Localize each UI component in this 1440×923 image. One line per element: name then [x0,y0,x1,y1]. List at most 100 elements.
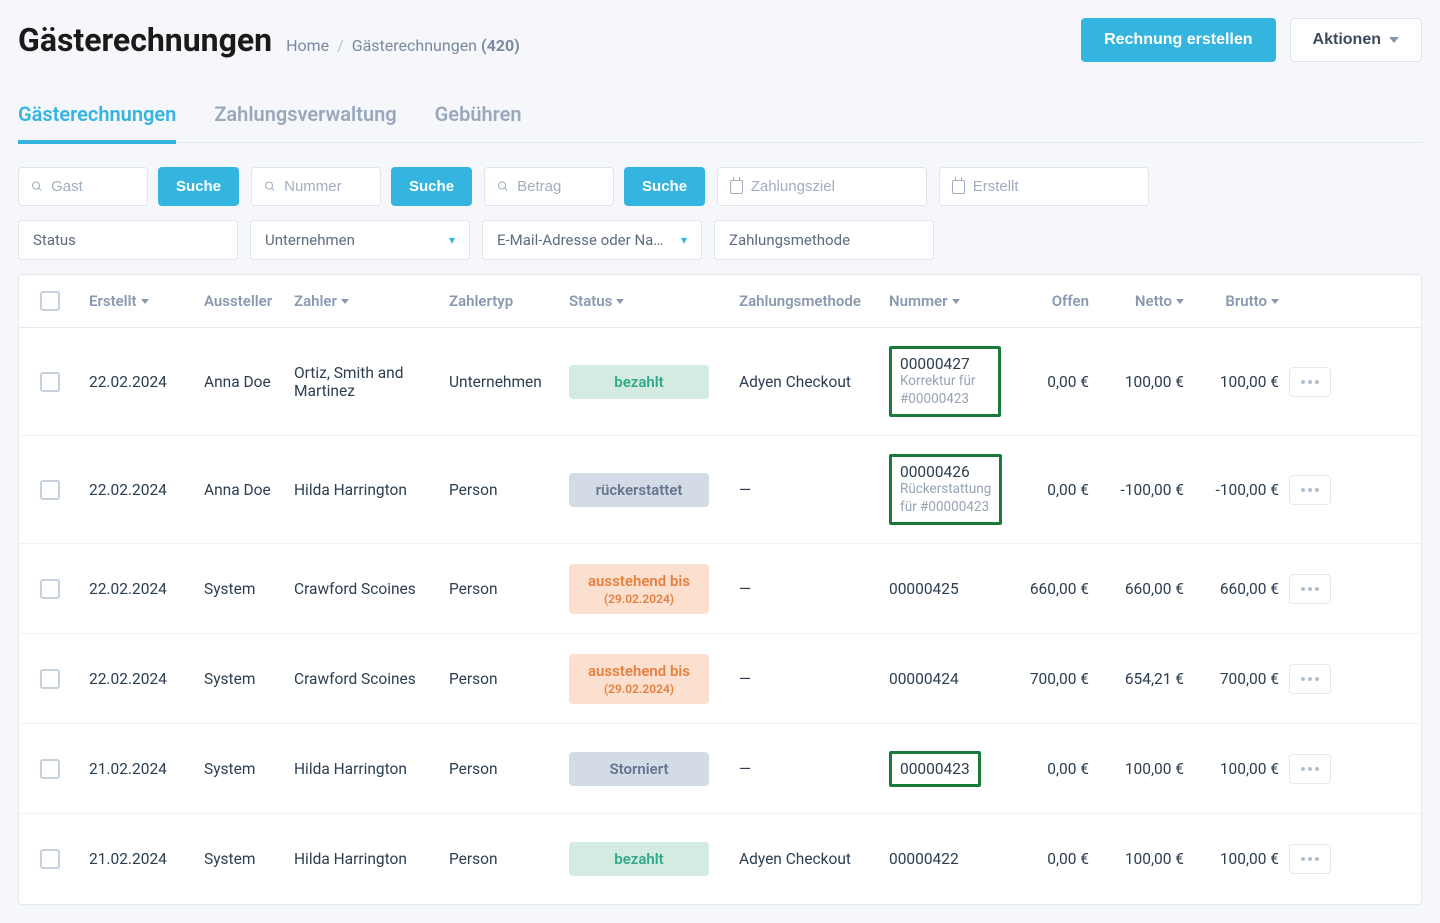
payment-method-placeholder: Zahlungsmethode [729,231,850,249]
cell-payment-method: — [739,760,889,778]
col-issuer[interactable]: Aussteller [204,292,294,310]
cell-net: 100,00 € [1099,760,1194,778]
number-highlight: 00000426Rückerstattung für #00000423 [889,454,1002,525]
cell-net: 660,00 € [1099,580,1194,598]
amount-search-button[interactable]: Suche [624,167,705,206]
actions-dropdown[interactable]: Aktionen [1290,18,1422,62]
row-checkbox[interactable] [40,669,60,689]
search-icon [31,179,43,194]
cell-open: 660,00 € [1009,580,1099,598]
cell-net: -100,00 € [1099,481,1194,499]
col-net[interactable]: Netto [1099,292,1194,310]
cell-payer-type: Person [449,580,569,598]
cell-issuer: System [204,760,294,778]
number-input[interactable] [284,178,368,195]
breadcrumb-home[interactable]: Home [286,36,329,55]
cell-payment-method: — [739,481,889,499]
cell-payment-method: Adyen Checkout [739,850,889,868]
number-search-button[interactable]: Suche [391,167,472,206]
dots-icon [1301,587,1319,591]
invoice-number: 00000427 [900,355,990,373]
cell-gross: 100,00 € [1194,850,1289,868]
guest-search-button[interactable]: Suche [158,167,239,206]
table-row: 22.02.2024SystemCrawford ScoinesPersonau… [19,634,1421,724]
cell-number: 00000427Korrektur für #00000423 [889,346,1009,417]
row-checkbox[interactable] [40,849,60,869]
row-actions-button[interactable] [1289,754,1331,784]
select-all-checkbox[interactable] [40,291,60,311]
created-date-field[interactable] [973,178,1136,195]
status-badge: bezahlt [569,365,709,399]
dots-icon [1301,488,1319,492]
create-invoice-button[interactable]: Rechnung erstellen [1081,18,1275,62]
row-actions-button[interactable] [1289,664,1331,694]
cell-payer: Hilda Harrington [294,760,449,778]
search-icon [497,179,509,194]
company-select[interactable]: Unternehmen ▾ [250,220,470,260]
dots-icon [1301,677,1319,681]
status-label: bezahlt [614,850,663,868]
row-checkbox[interactable] [40,480,60,500]
row-actions-button[interactable] [1289,844,1331,874]
number-search-group: Suche [251,167,472,206]
number-input-wrap[interactable] [251,167,381,206]
row-actions-button[interactable] [1289,367,1331,397]
sort-icon [341,299,349,304]
amount-input-wrap[interactable] [484,167,614,206]
col-created[interactable]: Erstellt [89,292,204,310]
row-checkbox[interactable] [40,759,60,779]
row-checkbox[interactable] [40,372,60,392]
row-checkbox[interactable] [40,579,60,599]
table-row: 22.02.2024Anna DoeOrtiz, Smith and Marti… [19,328,1421,436]
invoice-table: Erstellt Aussteller Zahler Zahlertyp Sta… [18,274,1422,905]
row-actions-button[interactable] [1289,574,1331,604]
col-status[interactable]: Status [569,292,739,310]
cell-net: 100,00 € [1099,373,1194,391]
invoice-number: 00000422 [889,850,1001,868]
cell-issuer: System [204,580,294,598]
col-payment-method[interactable]: Zahlungsmethode [739,292,889,310]
cell-gross: 660,00 € [1194,580,1289,598]
tab-2[interactable]: Gebühren [435,92,522,144]
sort-icon [141,299,149,304]
due-date-field[interactable] [751,178,914,195]
tab-0[interactable]: Gästerechnungen [18,92,176,144]
col-payer[interactable]: Zahler [294,292,449,310]
chevron-down-icon: ▾ [681,233,687,247]
amount-input[interactable] [517,178,601,195]
guest-search-group: Suche [18,167,239,206]
col-number[interactable]: Nummer [889,292,1009,310]
email-select[interactable]: E-Mail-Adresse oder Na… ▾ [482,220,702,260]
payment-method-select[interactable]: Zahlungsmethode [714,220,934,260]
due-date-input[interactable] [717,167,927,206]
cell-issuer: Anna Doe [204,373,294,391]
status-badge: ausstehend bis(29.02.2024) [569,564,709,614]
cell-created: 22.02.2024 [89,580,204,598]
cell-payer: Hilda Harrington [294,850,449,868]
cell-number: 00000424 [889,670,1009,688]
actions-label: Aktionen [1313,31,1381,49]
chevron-down-icon: ▾ [449,233,455,247]
cell-open: 0,00 € [1009,481,1099,499]
guest-input-wrap[interactable] [18,167,148,206]
table-row: 22.02.2024SystemCrawford ScoinesPersonau… [19,544,1421,634]
created-date-input[interactable] [939,167,1149,206]
cell-payer-type: Person [449,481,569,499]
guest-input[interactable] [51,178,135,195]
col-open[interactable]: Offen [1009,292,1099,310]
sort-icon [952,299,960,304]
status-select[interactable]: Status [18,220,238,260]
status-sub: (29.02.2024) [604,592,674,606]
tab-1[interactable]: Zahlungsverwaltung [214,92,396,144]
dots-icon [1301,380,1319,384]
row-actions-button[interactable] [1289,475,1331,505]
number-highlight: 00000427Korrektur für #00000423 [889,346,1001,417]
cell-payment-method: Adyen Checkout [739,373,889,391]
cell-created: 22.02.2024 [89,670,204,688]
search-icon [264,179,276,194]
cell-number: 00000426Rückerstattung für #00000423 [889,454,1009,525]
col-gross[interactable]: Brutto [1194,292,1289,310]
col-payer-type[interactable]: Zahlertyp [449,292,569,310]
status-badge: Storniert [569,752,709,786]
invoice-number: 00000423 [900,760,970,778]
